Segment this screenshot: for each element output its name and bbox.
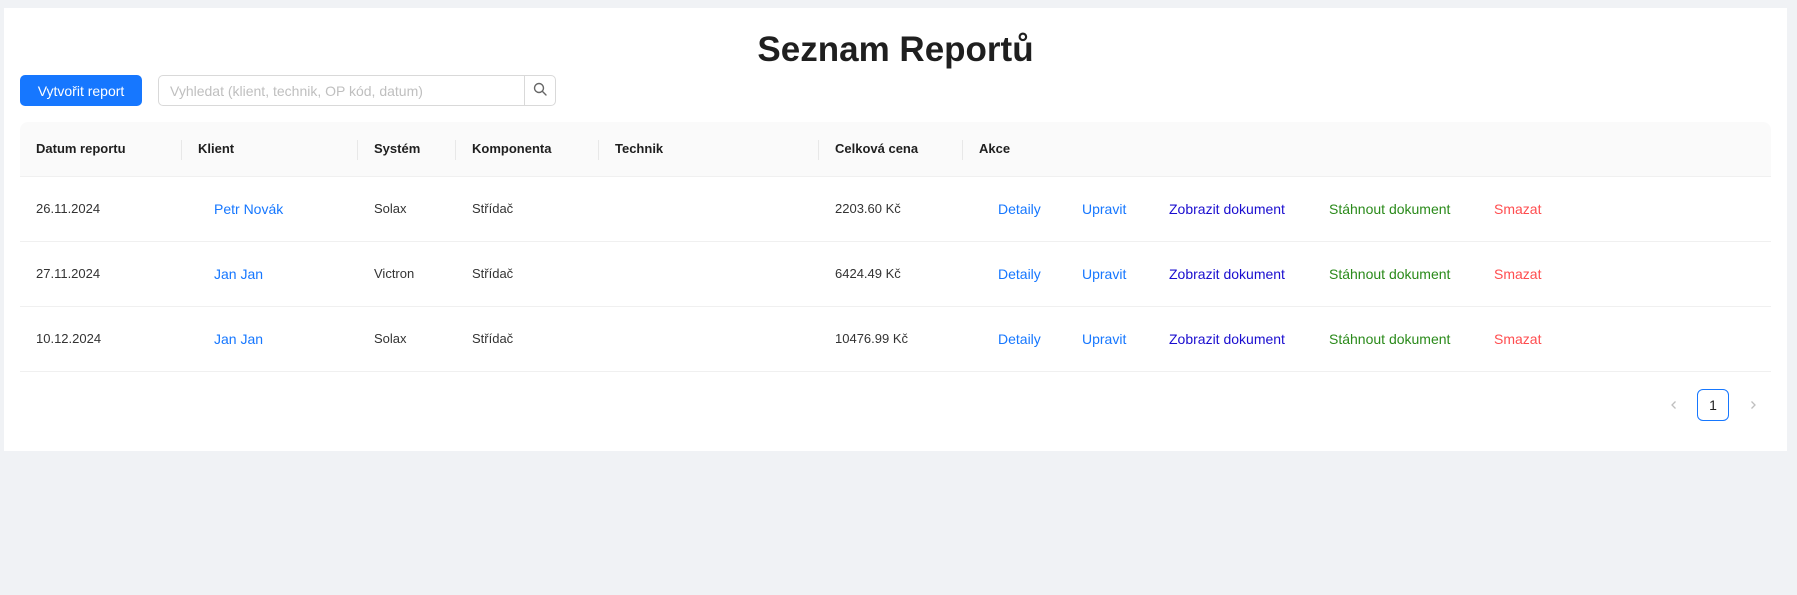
download-document-link[interactable]: Stáhnout dokument — [1329, 307, 1450, 371]
download-document-link[interactable]: Stáhnout dokument — [1329, 242, 1450, 306]
detail-link[interactable]: Detaily — [998, 242, 1041, 306]
create-report-button[interactable]: Vytvořit report — [20, 75, 142, 106]
cell-actions: Detaily Upravit Zobrazit dokument Stáhno… — [20, 242, 1771, 306]
edit-link[interactable]: Upravit — [1082, 177, 1126, 241]
download-document-link[interactable]: Stáhnout dokument — [1329, 177, 1450, 241]
delete-link[interactable]: Smazat — [1494, 307, 1541, 371]
reports-card: Seznam Reportů Vytvořit report Datum rep… — [4, 8, 1787, 451]
table-row: 27.11.2024 Jan Jan Victron Střídač 6424.… — [20, 242, 1771, 307]
page-title: Seznam Reportů — [757, 30, 1034, 69]
pagination-page-1[interactable]: 1 — [1697, 389, 1729, 421]
search-button[interactable] — [524, 75, 556, 106]
reports-table: Datum reportu Klient Systém Komponenta T… — [20, 122, 1771, 372]
column-header-component: Komponenta — [456, 122, 599, 176]
edit-link[interactable]: Upravit — [1082, 307, 1126, 371]
delete-link[interactable]: Smazat — [1494, 177, 1541, 241]
view-document-link[interactable]: Zobrazit dokument — [1169, 242, 1285, 306]
view-document-link[interactable]: Zobrazit dokument — [1169, 177, 1285, 241]
column-header-technician: Technik — [599, 122, 819, 176]
table-row: 26.11.2024 Petr Novák Solax Střídač 2203… — [20, 177, 1771, 242]
column-header-actions: Akce — [979, 141, 1011, 156]
pagination-next-button[interactable] — [1737, 389, 1769, 421]
cell-actions: Detaily Upravit Zobrazit dokument Stáhno… — [20, 307, 1771, 371]
column-header-system: Systém — [358, 122, 456, 176]
search-box — [158, 75, 556, 106]
pagination-prev-button[interactable] — [1658, 389, 1690, 421]
pagination: 1 — [4, 389, 1787, 421]
detail-link[interactable]: Detaily — [998, 177, 1041, 241]
table-header: Datum reportu Klient Systém Komponenta T… — [20, 122, 1771, 177]
column-header-date: Datum reportu — [20, 122, 182, 176]
column-header-price: Celková cena — [819, 122, 963, 176]
search-input[interactable] — [158, 75, 524, 106]
cell-actions: Detaily Upravit Zobrazit dokument Stáhno… — [20, 177, 1771, 241]
chevron-right-icon — [1748, 397, 1758, 413]
edit-link[interactable]: Upravit — [1082, 242, 1126, 306]
search-icon — [533, 82, 547, 99]
chevron-left-icon — [1669, 397, 1679, 413]
table-row: 10.12.2024 Jan Jan Solax Střídač 10476.9… — [20, 307, 1771, 372]
view-document-link[interactable]: Zobrazit dokument — [1169, 307, 1285, 371]
delete-link[interactable]: Smazat — [1494, 242, 1541, 306]
column-header-client: Klient — [182, 122, 358, 176]
detail-link[interactable]: Detaily — [998, 307, 1041, 371]
